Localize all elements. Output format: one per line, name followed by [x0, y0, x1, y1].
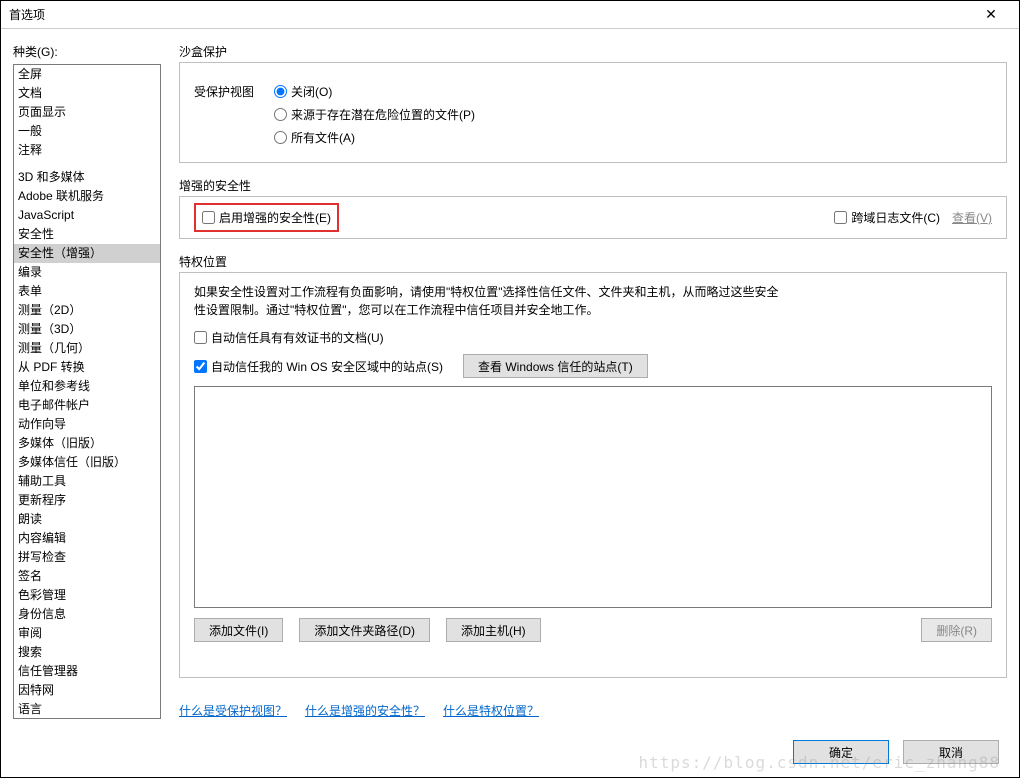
- category-item[interactable]: JavaScript: [14, 206, 160, 225]
- privileged-title: 特权位置: [179, 253, 1007, 270]
- category-item[interactable]: 信任管理器: [14, 662, 160, 681]
- enhanced-title: 增强的安全性: [179, 177, 1007, 194]
- auto-trust-cert-checkbox[interactable]: 自动信任具有有效证书的文档(U): [194, 329, 992, 346]
- privileged-group: 特权位置 如果安全性设置对工作流程有负面影响，请使用"特权位置"选择性信任文件、…: [179, 253, 1007, 678]
- category-item[interactable]: 更新程序: [14, 491, 160, 510]
- cross-domain-log-checkbox[interactable]: 跨域日志文件(C): [834, 209, 940, 226]
- category-item[interactable]: 测量（几何）: [14, 339, 160, 358]
- category-item[interactable]: Adobe 联机服务: [14, 187, 160, 206]
- auto-trust-win-checkbox[interactable]: 自动信任我的 Win OS 安全区域中的站点(S): [194, 358, 443, 375]
- category-item[interactable]: 色彩管理: [14, 586, 160, 605]
- category-item[interactable]: 拼写检查: [14, 548, 160, 567]
- preferences-window: 首选项 ✕ 种类(G): 全屏文档页面显示一般注释 3D 和多媒体Adobe 联机…: [0, 0, 1020, 778]
- categories-list[interactable]: 全屏文档页面显示一般注释3D 和多媒体Adobe 联机服务JavaScript安…: [13, 64, 161, 719]
- category-item[interactable]: 电子邮件帐户: [14, 396, 160, 415]
- cancel-button[interactable]: 取消: [903, 740, 999, 764]
- highlight-box: 启用增强的安全性(E): [194, 203, 339, 232]
- category-item[interactable]: 安全性: [14, 225, 160, 244]
- sandbox-title: 沙盒保护: [179, 43, 1007, 60]
- help-protected-view-link[interactable]: 什么是受保护视图？: [179, 702, 287, 719]
- category-item[interactable]: 内容编辑: [14, 529, 160, 548]
- radio-off[interactable]: 关闭(O): [274, 83, 475, 100]
- category-item[interactable]: 多媒体信任（旧版）: [14, 453, 160, 472]
- category-item[interactable]: 从 PDF 转换: [14, 358, 160, 377]
- help-enhanced-link[interactable]: 什么是增强的安全性？: [305, 702, 425, 719]
- category-item[interactable]: 朗读: [14, 510, 160, 529]
- add-folder-button[interactable]: 添加文件夹路径(D): [299, 618, 430, 642]
- category-item[interactable]: 辅助工具: [14, 472, 160, 491]
- category-item[interactable]: 文档: [14, 84, 160, 103]
- category-item[interactable]: 表单: [14, 282, 160, 301]
- category-item[interactable]: 身份信息: [14, 605, 160, 624]
- add-host-button[interactable]: 添加主机(H): [446, 618, 541, 642]
- category-item[interactable]: 语言: [14, 700, 160, 719]
- protected-view-label: 受保护视图: [194, 83, 266, 146]
- privileged-description: 如果安全性设置对工作流程有负面影响，请使用"特权位置"选择性信任文件、文件夹和主…: [194, 283, 784, 319]
- category-item[interactable]: 注释: [14, 141, 160, 160]
- close-icon[interactable]: ✕: [971, 1, 1011, 29]
- help-privileged-link[interactable]: 什么是特权位置？: [443, 702, 539, 719]
- enhanced-group: 增强的安全性 启用增强的安全性(E) 跨域日志文件(C): [179, 177, 1007, 239]
- category-item[interactable]: 3D 和多媒体: [14, 168, 160, 187]
- category-item[interactable]: 测量（3D）: [14, 320, 160, 339]
- view-log-link[interactable]: 查看(V): [952, 209, 992, 226]
- radio-all[interactable]: 所有文件(A): [274, 129, 475, 146]
- category-item[interactable]: 多媒体（旧版）: [14, 434, 160, 453]
- categories-label: 种类(G):: [13, 43, 161, 60]
- window-title: 首选项: [9, 6, 971, 23]
- help-links: 什么是受保护视图？ 什么是增强的安全性？ 什么是特权位置？: [179, 702, 1007, 719]
- enable-enhanced-checkbox[interactable]: 启用增强的安全性(E): [202, 209, 331, 226]
- category-item[interactable]: 一般: [14, 122, 160, 141]
- category-item[interactable]: 页面显示: [14, 103, 160, 122]
- category-item[interactable]: 审阅: [14, 624, 160, 643]
- category-item[interactable]: 测量（2D）: [14, 301, 160, 320]
- ok-button[interactable]: 确定: [793, 740, 889, 764]
- radio-danger[interactable]: 来源于存在潜在危险位置的文件(P): [274, 106, 475, 123]
- category-item[interactable]: 全屏: [14, 65, 160, 84]
- category-item[interactable]: 单位和参考线: [14, 377, 160, 396]
- delete-button[interactable]: 删除(R): [921, 618, 992, 642]
- category-item[interactable]: 签名: [14, 567, 160, 586]
- sandbox-group: 沙盒保护 受保护视图 关闭(O) 来源于存在潜在危险位置的文件(P): [179, 43, 1007, 163]
- privileged-locations-list[interactable]: [194, 386, 992, 608]
- titlebar: 首选项 ✕: [1, 1, 1019, 29]
- view-windows-sites-button[interactable]: 查看 Windows 信任的站点(T): [463, 354, 648, 378]
- category-item[interactable]: 动作向导: [14, 415, 160, 434]
- dialog-footer: 确定 取消: [1, 727, 1019, 777]
- add-file-button[interactable]: 添加文件(I): [194, 618, 283, 642]
- category-item[interactable]: 因特网: [14, 681, 160, 700]
- category-item[interactable]: 编录: [14, 263, 160, 282]
- category-item[interactable]: 搜索: [14, 643, 160, 662]
- category-item[interactable]: 安全性（增强）: [14, 244, 160, 263]
